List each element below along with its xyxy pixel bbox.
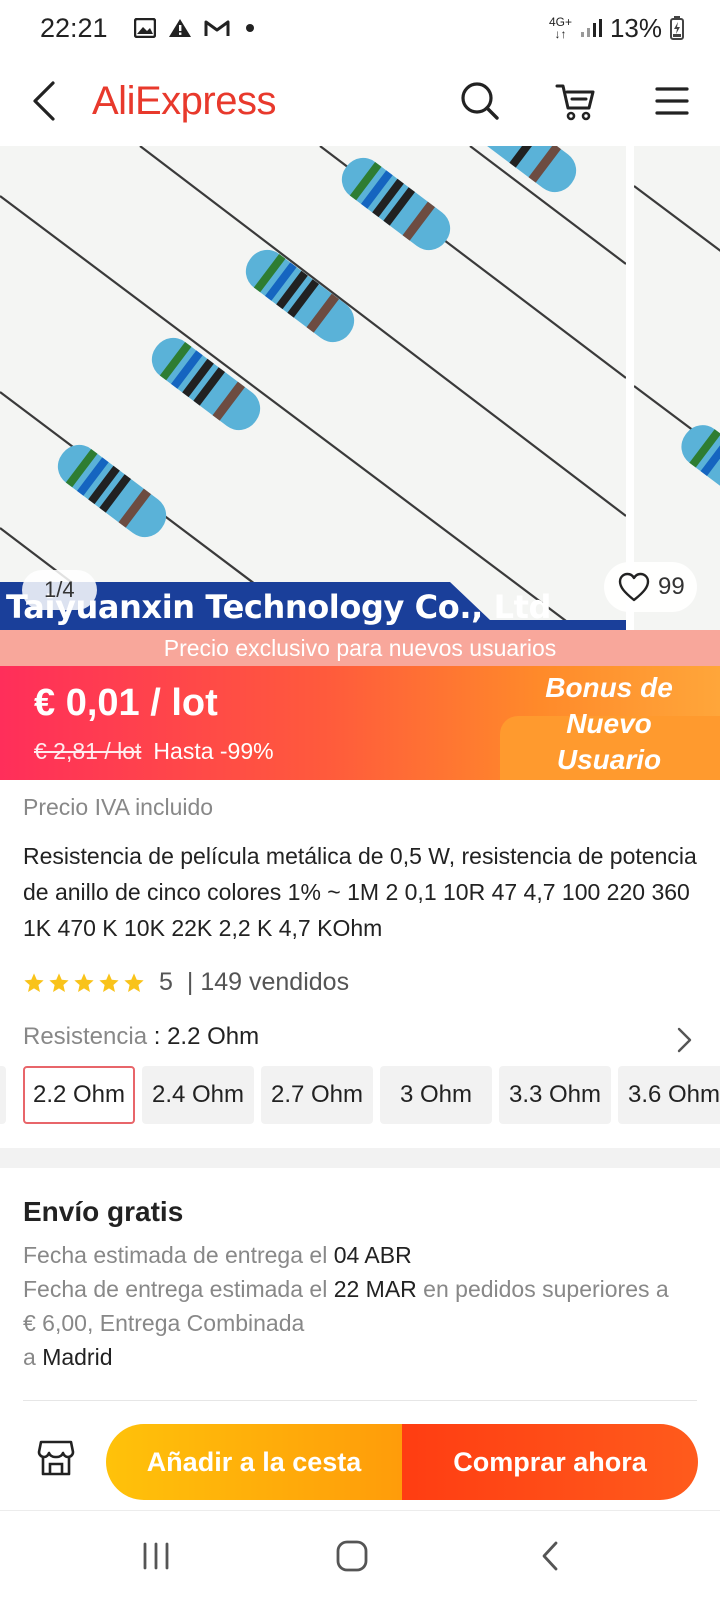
cart-icon (555, 84, 595, 121)
variant-selected-value: 2.2 Ohm (167, 1023, 260, 1050)
system-navigation-bar (0, 1510, 720, 1600)
bonus-line-3: Usuario (556, 744, 662, 775)
delivery-estimate: Fecha estimada de entrega el 04 ABR (23, 1242, 412, 1268)
store-icon (37, 1440, 75, 1476)
rating-stars (23, 972, 145, 994)
back-arrow-icon (33, 81, 55, 121)
star-icon (74, 972, 94, 992)
search-icon (461, 82, 499, 120)
original-price: € 2,81 / lot (34, 738, 142, 764)
product-gallery[interactable]: Taiyuanxin Technology Co., Ltd 1/4 99 (0, 146, 720, 630)
network-indicator: 4G+ ↓↑ (548, 15, 572, 41)
battery-icon (670, 16, 684, 40)
home-button[interactable] (322, 1533, 382, 1579)
signal-icon (580, 19, 602, 37)
notification-dot-icon (245, 24, 254, 32)
delivery-city[interactable]: Madrid (42, 1344, 112, 1370)
wishlist-count: 99 (658, 573, 685, 600)
search-button[interactable] (458, 79, 502, 123)
nav-back-button[interactable] (520, 1533, 580, 1579)
star-icon (99, 972, 119, 992)
home-icon (336, 1540, 368, 1572)
variant-option-3-3-ohm[interactable]: 3.3 Ohm (499, 1066, 611, 1124)
cart-button[interactable] (554, 79, 598, 123)
buy-now-button[interactable]: Comprar ahora (402, 1424, 698, 1500)
status-time: 22:21 (40, 12, 108, 43)
divider-line (23, 1400, 697, 1401)
tax-note: Precio IVA incluido (23, 794, 214, 820)
recent-apps-button[interactable] (126, 1533, 186, 1579)
rating-value: 5 (159, 968, 173, 996)
gallery-icon (133, 18, 156, 38)
product-title: Resistencia de película metálica de 0,5 … (23, 843, 697, 941)
variant-option-3-6-ohm[interactable]: 3.6 Ohm (618, 1066, 720, 1124)
back-button[interactable] (24, 71, 64, 131)
discount-label: Hasta -99% (153, 738, 274, 764)
sold-count: | 149 vendidos (186, 968, 350, 996)
variant-option-2-7-ohm[interactable]: 2.7 Ohm (261, 1066, 373, 1124)
battery-percent: 13% (609, 12, 662, 43)
menu-button[interactable] (650, 79, 694, 123)
variant-options: 2.2 Ohm 2.4 Ohm 2.7 Ohm 3 Ohm 3.3 Ohm 3.… (0, 1066, 720, 1124)
price-banner: € 0,01 / lot € 2,81 / lot Hasta -99% Bon… (0, 666, 720, 780)
new-user-strip: Precio exclusivo para nuevos usuarios (0, 630, 720, 666)
variant-option-3-ohm[interactable]: 3 Ohm (380, 1066, 492, 1124)
bonus-line-1: Bonus de (545, 672, 673, 703)
section-divider (0, 1148, 720, 1168)
alert-icon (168, 19, 191, 37)
menu-icon (655, 87, 689, 115)
combined-delivery-info: Fecha de entrega estimada el 22 MAR en p… (23, 1276, 669, 1370)
current-price: € 0,01 / lot (34, 682, 218, 724)
variant-option-prev[interactable] (0, 1066, 6, 1124)
heart-icon (618, 572, 650, 602)
variant-option-2-4-ohm[interactable]: 2.4 Ohm (142, 1066, 254, 1124)
app-header: AliExpress (0, 56, 720, 146)
gmail-icon (204, 20, 230, 36)
star-icon (124, 972, 144, 992)
rating-row[interactable]: 5 | 149 vendidos (23, 968, 349, 997)
nav-back-icon (542, 1541, 558, 1571)
wishlist-button[interactable]: 99 (604, 562, 697, 612)
variant-more-button[interactable] (670, 1026, 698, 1054)
store-button[interactable] (36, 1438, 76, 1478)
new-user-bonus-badge: Bonus de Nuevo Usuario (500, 666, 720, 780)
add-to-cart-button[interactable]: Añadir a la cesta (106, 1424, 402, 1500)
star-icon (24, 972, 44, 992)
aliexpress-logo[interactable]: AliExpress (92, 79, 276, 124)
status-bar: 22:21 4G+ ↓↑ 13% (0, 0, 720, 56)
shipping-title[interactable]: Envío gratis (23, 1196, 183, 1228)
variant-label[interactable]: Resistencia : 2.2 Ohm (23, 1023, 259, 1051)
variant-option-2-2-ohm[interactable]: 2.2 Ohm (23, 1066, 135, 1124)
chevron-right-icon (677, 1027, 692, 1053)
recent-apps-icon (143, 1542, 169, 1570)
resistor-photo (0, 146, 626, 630)
next-product-image[interactable] (634, 146, 720, 630)
bonus-line-2: Nuevo (566, 708, 652, 739)
image-counter: 1/4 (22, 570, 97, 610)
product-image[interactable]: Taiyuanxin Technology Co., Ltd (0, 146, 626, 630)
star-icon (49, 972, 69, 992)
next-resistor-photo (634, 146, 720, 630)
